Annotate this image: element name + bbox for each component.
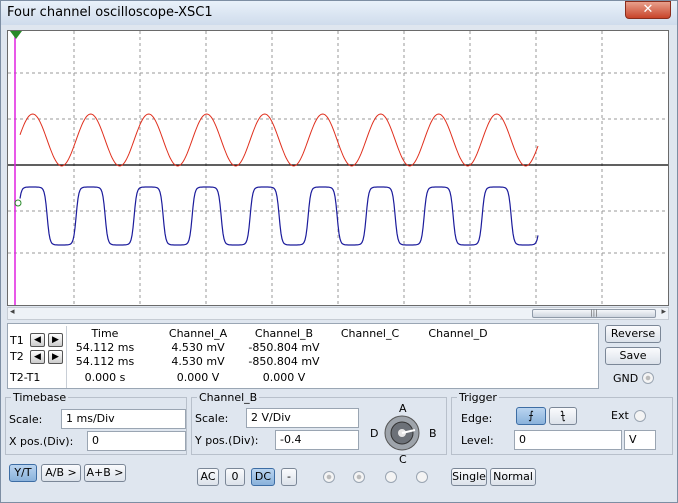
channel-radio-1[interactable] [323, 471, 335, 483]
timebase-title: Timebase [11, 391, 69, 404]
diff-channel-b: 0.000 V [262, 371, 306, 384]
coupling-zero-button[interactable]: 0 [225, 468, 245, 486]
channel-scale-field[interactable]: 2 V/Div [246, 408, 359, 428]
ext-label: Ext [611, 409, 629, 422]
reverse-button[interactable]: Reverse [605, 325, 661, 343]
coupling-dc-button[interactable]: DC [251, 468, 275, 486]
close-button[interactable]: ✕ [625, 1, 671, 19]
level-label: Level: [461, 434, 494, 447]
waveform-plot [8, 31, 668, 305]
timebase-scale-field[interactable]: 1 ms/Div [61, 409, 186, 429]
channel-radio-2[interactable] [353, 471, 365, 483]
level-field[interactable]: 0 [514, 430, 622, 450]
gnd-label: GND [613, 372, 639, 385]
header-channel-a: Channel_A [168, 327, 228, 340]
rising-edge-icon: ⨍ [528, 409, 534, 422]
t2-time: 54.112 ms [75, 355, 135, 368]
t2-right-button[interactable]: ▶ [48, 350, 63, 364]
timebase-scale-label: Scale: [9, 413, 43, 426]
scope-display [7, 30, 669, 306]
t1-time: 54.112 ms [75, 341, 135, 354]
trigger-normal-button[interactable]: Normal [490, 468, 536, 486]
cursor-readout: T1 ◀ ▶ T2 ◀ ▶ T2-T1 Time Channel_A Chann… [7, 323, 599, 389]
gnd-radio[interactable] [642, 372, 654, 384]
scroll-left-icon[interactable]: ◂ [10, 307, 15, 317]
trigger-single-button[interactable]: Single [451, 468, 487, 486]
xpos-field[interactable]: 0 [87, 431, 186, 451]
mode-yt-button[interactable]: Y/T [9, 464, 37, 482]
channel-b-trace [19, 186, 539, 246]
mode-aplusb-button[interactable]: A+B > [84, 464, 126, 482]
scroll-right-icon[interactable]: ▸ [661, 307, 666, 317]
t1-channel-b: -850.804 mV [248, 341, 320, 354]
mode-ab-button[interactable]: A/B > [41, 464, 81, 482]
edge-label: Edge: [461, 412, 493, 425]
coupling-minus-button[interactable]: - [281, 468, 297, 486]
diff-channel-a: 0.000 V [176, 371, 220, 384]
t2-channel-a: 4.530 mV [171, 355, 225, 368]
xpos-label: X pos.(Div): [9, 435, 74, 448]
trigger-title: Trigger [457, 391, 499, 404]
t2-t1-label: T2-T1 [10, 371, 41, 384]
channel-selector-knob[interactable] [381, 413, 423, 453]
edge-rising-button[interactable]: ⨍ [516, 407, 546, 425]
t1-channel-a: 4.530 mV [171, 341, 225, 354]
scroll-thumb[interactable]: ||| [532, 309, 656, 318]
header-channel-c: Channel_C [340, 327, 400, 340]
t2-left-button[interactable]: ◀ [30, 350, 45, 364]
knob-label-d: D [370, 427, 379, 440]
channel-title: Channel_B [197, 391, 260, 404]
ext-radio[interactable] [634, 410, 646, 422]
channel-radio-4[interactable] [416, 471, 428, 483]
header-channel-d: Channel_D [428, 327, 488, 340]
title-bar: Four channel oscilloscope-XSC1 ✕ [1, 1, 677, 25]
ypos-label: Y pos.(Div): [195, 434, 259, 447]
knob-label-c: C [399, 453, 407, 466]
t1-left-button[interactable]: ◀ [30, 333, 45, 347]
t1-label: T1 [10, 334, 24, 347]
channel-b-marker [14, 199, 22, 207]
channel-scale-label: Scale: [195, 412, 229, 425]
t2-label: T2 [10, 350, 24, 363]
channel-a-trace [19, 113, 539, 167]
knob-label-b: B [429, 427, 437, 440]
scope-grid [8, 31, 668, 305]
coupling-ac-button[interactable]: AC [197, 468, 219, 486]
window-title: Four channel oscilloscope-XSC1 [7, 5, 213, 20]
ypos-field[interactable]: -0.4 [275, 430, 359, 450]
channel-radio-3[interactable] [385, 471, 397, 483]
horizontal-scrollbar[interactable]: ◂ ||| ▸ [7, 307, 669, 320]
header-time: Time [91, 327, 119, 340]
diff-time: 0.000 s [84, 371, 126, 384]
save-button[interactable]: Save [605, 347, 661, 365]
oscilloscope-window: Four channel oscilloscope-XSC1 ✕ ◂ ||| ▸… [0, 0, 678, 503]
edge-falling-button[interactable]: ⨍ [549, 407, 577, 425]
level-unit-field[interactable]: V [624, 430, 656, 450]
cursor-t1-handle [10, 31, 22, 39]
falling-edge-icon: ⨍ [560, 409, 566, 422]
t1-right-button[interactable]: ▶ [48, 333, 63, 347]
header-channel-b: Channel_B [254, 327, 314, 340]
t2-channel-b: -850.804 mV [248, 355, 320, 368]
